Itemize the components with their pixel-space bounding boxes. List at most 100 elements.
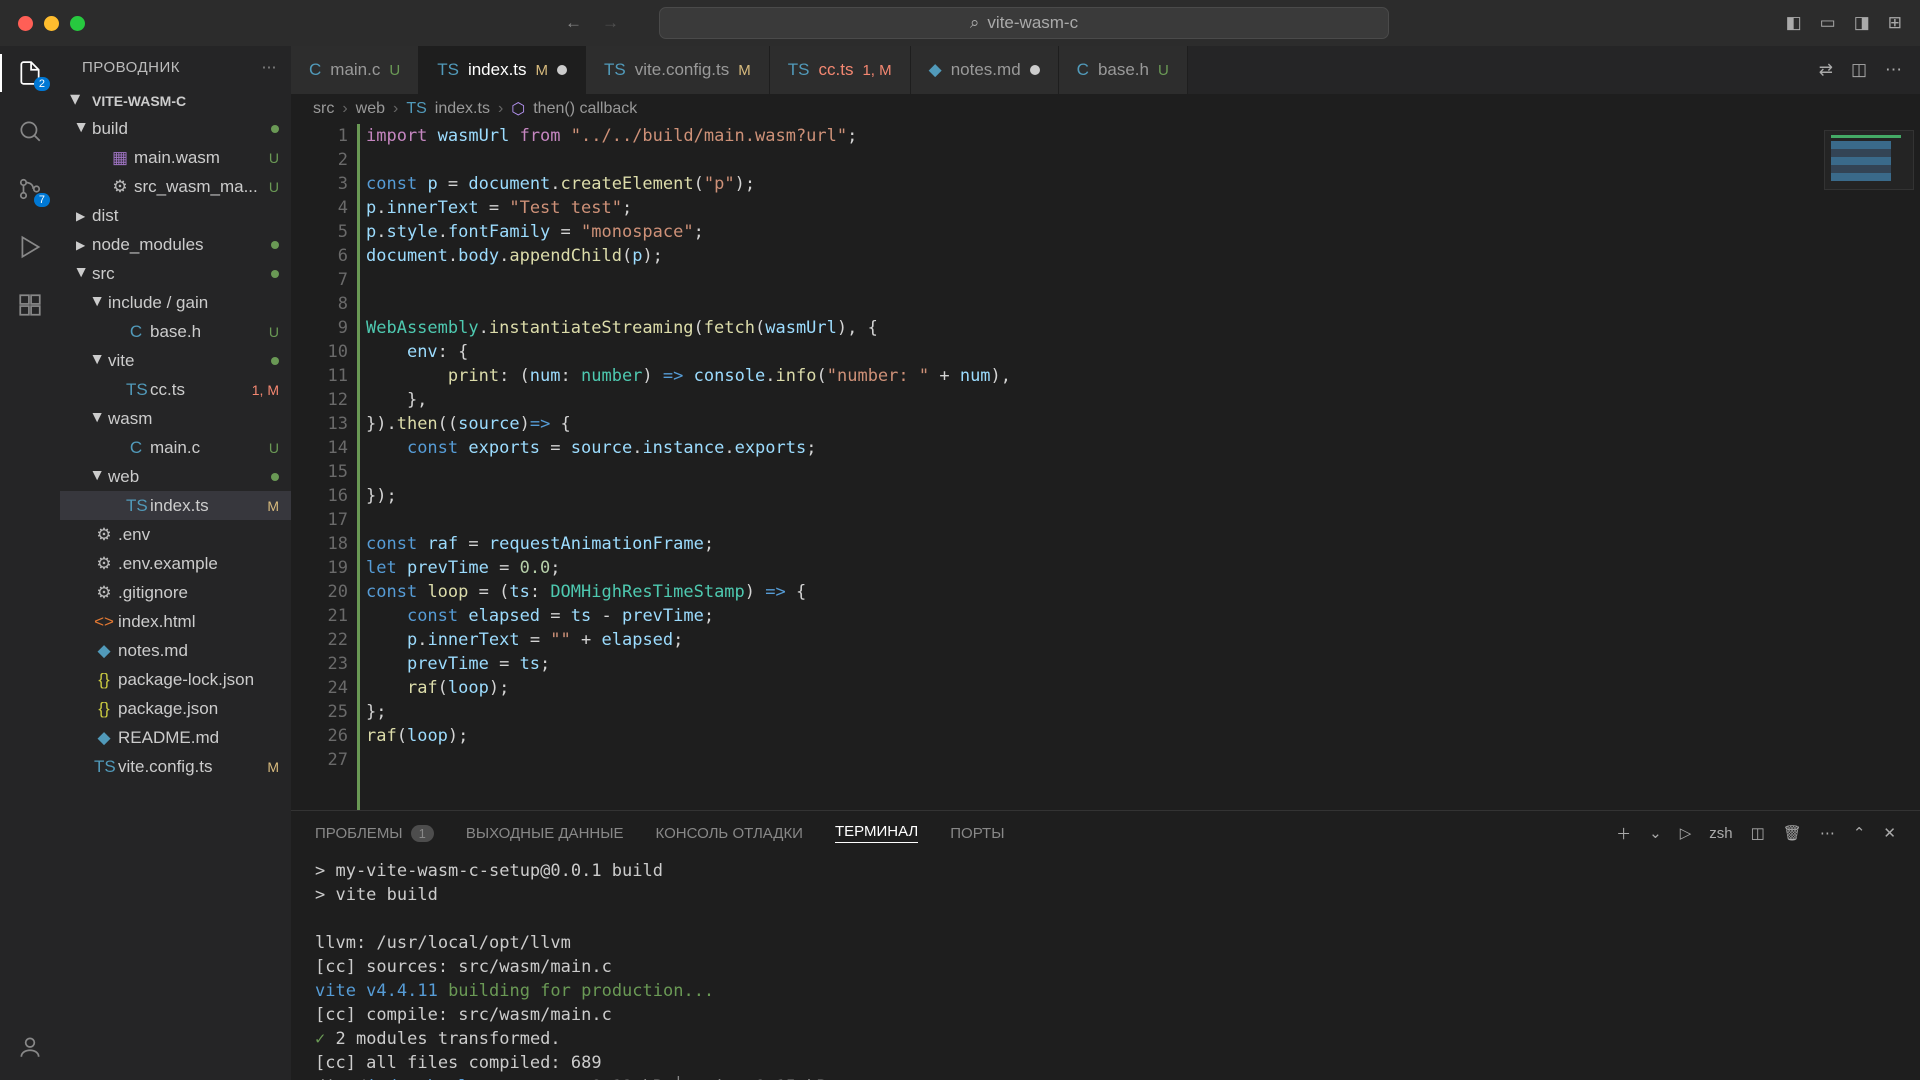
file-icon: C xyxy=(126,438,146,458)
tab-label: notes.md xyxy=(951,60,1021,80)
git-status: U xyxy=(269,324,279,340)
forward-icon[interactable]: → xyxy=(602,13,619,33)
terminal-output[interactable]: > my-vite-wasm-c-setup@0.0.1 build> vite… xyxy=(291,855,1920,1080)
line-gutter: 1234567891011121314151617181920212223242… xyxy=(291,124,366,810)
more-actions-icon[interactable]: ⋯ xyxy=(1885,60,1902,80)
terminal-profile-icon[interactable]: ▷ xyxy=(1680,824,1692,842)
layout-panel-icon[interactable]: ▭ xyxy=(1820,13,1836,33)
chevron-icon: ▶ xyxy=(91,413,105,425)
git-gutter-indicator xyxy=(357,124,360,810)
compare-changes-icon[interactable]: ⇄ xyxy=(1819,60,1833,80)
editor-tab[interactable]: TS cc.ts 1, M xyxy=(770,46,911,94)
editor-tab[interactable]: TSindex.tsM xyxy=(419,46,586,94)
editor-tab[interactable]: Cbase.hU xyxy=(1059,46,1188,94)
panel-tab[interactable]: КОНСОЛЬ ОТЛАДКИ xyxy=(656,825,803,842)
breadcrumbs[interactable]: src› web›TS index.ts›⬡ then() callback xyxy=(291,94,1920,124)
tree-item[interactable]: ▶node_modules xyxy=(60,230,291,259)
tree-item-label: index.ts xyxy=(150,496,261,516)
editor-tab[interactable]: TSvite.config.tsM xyxy=(586,46,770,94)
tree-item[interactable]: {}package.json xyxy=(60,694,291,723)
layout-sidebar-icon[interactable]: ◧ xyxy=(1786,13,1802,33)
panel-tab[interactable]: ПРОБЛЕМЫ1 xyxy=(315,825,434,842)
kill-terminal-icon[interactable]: 🗑 xyxy=(1783,824,1802,842)
editor-tab[interactable]: Cmain.cU xyxy=(291,46,419,94)
minimap[interactable] xyxy=(1824,130,1914,190)
explorer-icon[interactable]: 2 xyxy=(15,58,45,88)
tree-item[interactable]: Cbase.hU xyxy=(60,317,291,346)
search-text: vite-wasm-c xyxy=(987,13,1078,33)
problems-badge: 1 xyxy=(411,825,434,842)
tree-item[interactable]: ▶web xyxy=(60,462,291,491)
close-window[interactable] xyxy=(18,16,33,31)
maximize-panel-icon[interactable]: ⌃ xyxy=(1853,824,1866,842)
file-icon: TS xyxy=(788,60,810,80)
split-editor-icon[interactable]: ◫ xyxy=(1851,60,1867,80)
tree-item[interactable]: TScc.ts1, M xyxy=(60,375,291,404)
layout-secondary-icon[interactable]: ◨ xyxy=(1854,13,1870,33)
tree-item[interactable]: ▶build xyxy=(60,114,291,143)
scm-icon[interactable]: 7 xyxy=(15,174,45,204)
minimize-window[interactable] xyxy=(44,16,59,31)
terminal-dropdown-icon[interactable]: ⌄ xyxy=(1649,824,1662,842)
panel-tab[interactable]: ТЕРМИНАЛ xyxy=(835,823,918,843)
sidebar-more-icon[interactable]: ⋯ xyxy=(262,58,278,76)
panel-tab[interactable]: ПОРТЫ xyxy=(950,825,1004,842)
breadcrumb-segment[interactable]: index.ts xyxy=(435,100,490,118)
account-icon[interactable] xyxy=(15,1032,45,1062)
tree-item[interactable]: ▶wasm xyxy=(60,404,291,433)
tree-item[interactable]: ▶src xyxy=(60,259,291,288)
file-icon: C xyxy=(1077,60,1089,80)
tree-item[interactable]: TSvite.config.tsM xyxy=(60,752,291,781)
git-status: U xyxy=(269,179,279,195)
breadcrumb-segment[interactable]: src xyxy=(313,100,334,118)
panel-more-icon[interactable]: ⋯ xyxy=(1820,824,1835,842)
back-icon[interactable]: ← xyxy=(565,13,582,33)
tree-item[interactable]: TSindex.tsM xyxy=(60,491,291,520)
extensions-icon[interactable] xyxy=(15,290,45,320)
git-dot xyxy=(271,241,279,249)
project-section[interactable]: ▶ VITE-WASM-C xyxy=(60,88,291,114)
code-content[interactable]: import wasmUrl from "../../build/main.wa… xyxy=(366,124,1920,810)
maximize-window[interactable] xyxy=(70,16,85,31)
tree-item[interactable]: {}package-lock.json xyxy=(60,665,291,694)
tree-item[interactable]: ⚙.gitignore xyxy=(60,578,291,607)
tab-label: cc.ts xyxy=(819,60,854,80)
layout-customize-icon[interactable]: ⊞ xyxy=(1888,13,1902,33)
tree-item[interactable]: ◆README.md xyxy=(60,723,291,752)
breadcrumb-segment[interactable]: then() callback xyxy=(533,100,637,118)
new-terminal-icon[interactable]: ＋ xyxy=(1616,823,1631,844)
file-icon: ⚙ xyxy=(94,583,114,603)
chevron-icon: ▶ xyxy=(75,268,89,280)
code-area[interactable]: 1234567891011121314151617181920212223242… xyxy=(291,124,1920,810)
tree-item[interactable]: <>index.html xyxy=(60,607,291,636)
tree-item-label: .env xyxy=(118,525,279,545)
editor-tabs: Cmain.cUTSindex.tsMTSvite.config.tsM TS cc… xyxy=(291,46,1920,94)
tab-status: M xyxy=(738,62,751,79)
tree-item[interactable]: ▶include / gain xyxy=(60,288,291,317)
tree-item[interactable]: ▶dist xyxy=(60,201,291,230)
editor-tab[interactable]: ◆notes.md xyxy=(911,46,1059,94)
tree-item[interactable]: ◆notes.md xyxy=(60,636,291,665)
tab-dirty-dot xyxy=(1030,65,1040,75)
tree-item[interactable]: ⚙src_wasm_ma...U xyxy=(60,172,291,201)
bottom-panel: ПРОБЛЕМЫ1 ВЫХОДНЫЕ ДАННЫЕ КОНСОЛЬ ОТЛАДКИ Т… xyxy=(291,810,1920,1080)
tab-status: 1, M xyxy=(862,62,891,79)
explorer-badge: 2 xyxy=(34,77,50,91)
tree-item[interactable]: ▶vite xyxy=(60,346,291,375)
tree-item[interactable]: ⚙.env xyxy=(60,520,291,549)
tree-item[interactable]: ▦main.wasmU xyxy=(60,143,291,172)
run-debug-icon[interactable] xyxy=(15,232,45,262)
close-panel-icon[interactable]: ✕ xyxy=(1883,824,1896,842)
git-dot xyxy=(271,125,279,133)
file-icon: {} xyxy=(94,699,114,719)
command-center[interactable]: ⌕ vite-wasm-c xyxy=(659,7,1389,39)
split-terminal-icon[interactable]: ◫ xyxy=(1751,824,1765,842)
tree-item[interactable]: Cmain.cU xyxy=(60,433,291,462)
breadcrumb-segment[interactable]: web xyxy=(356,100,385,118)
tree-item[interactable]: ⚙.env.example xyxy=(60,549,291,578)
panel-tab[interactable]: ВЫХОДНЫЕ ДАННЫЕ xyxy=(466,825,624,842)
git-dot xyxy=(271,270,279,278)
chevron-icon: ▶ xyxy=(75,123,89,135)
search-activity-icon[interactable] xyxy=(15,116,45,146)
editor-column: Cmain.cUTSindex.tsMTSvite.config.tsM TS cc… xyxy=(291,46,1920,1080)
